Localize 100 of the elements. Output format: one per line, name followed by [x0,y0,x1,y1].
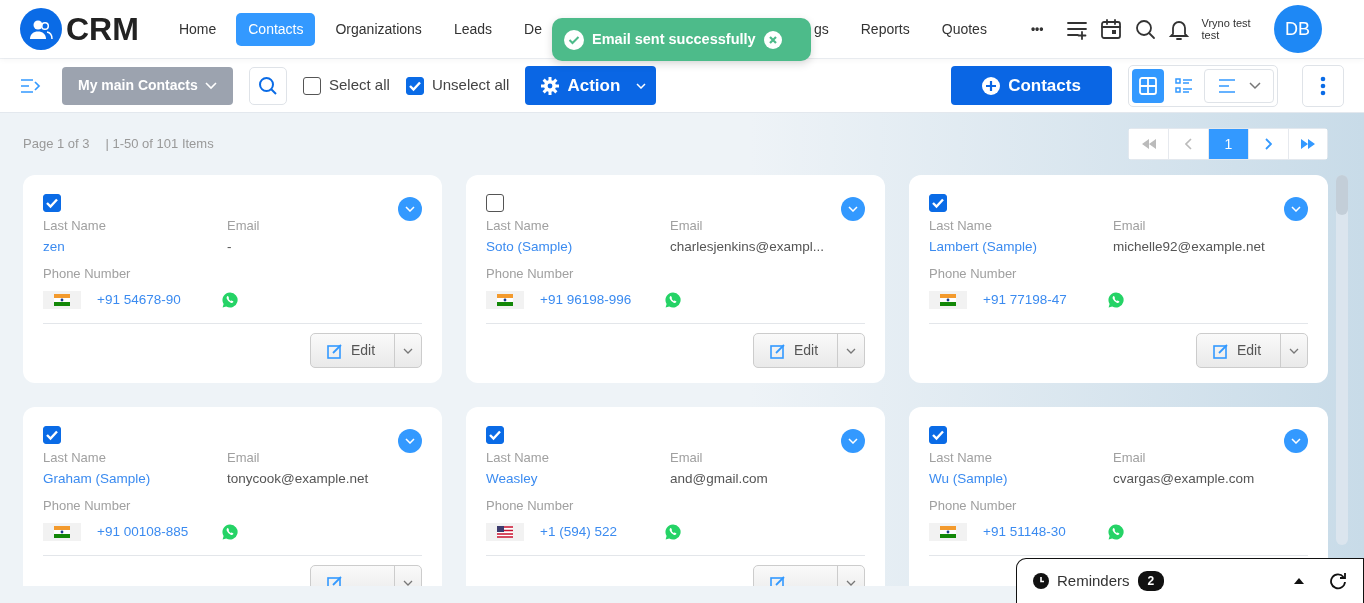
nav-tab[interactable]: Leads [441,12,505,46]
card-checkbox[interactable] [929,194,947,212]
phone-link[interactable]: +1 (594) 522 [540,522,665,542]
nav-tab[interactable]: Organizations [323,12,434,46]
card-checkbox[interactable] [486,194,504,212]
grid-view-button[interactable] [1132,68,1164,103]
checkbox[interactable] [303,76,321,95]
action-button[interactable]: Action [525,66,657,105]
chevron-icon [405,206,415,212]
expand-button[interactable] [1284,429,1308,453]
phone-link[interactable]: +91 00108-885 [97,522,222,542]
caret-icon [1249,81,1261,90]
clock-icon [1033,573,1049,589]
phone-link[interactable]: +91 51148-30 [983,522,1108,542]
close-icon[interactable] [763,30,782,49]
field-label: Email [1113,217,1147,235]
more-menu[interactable]: ••• [1030,20,1044,38]
phone-link[interactable]: +91 77198-47 [983,290,1108,310]
field-label: Email [670,449,704,467]
split-button[interactable]: Edit [753,333,865,368]
card-checkbox[interactable] [486,426,504,444]
nav-tab[interactable]: Contacts [236,12,316,46]
email-value: michelle92@example.net [1113,238,1266,256]
refresh-icon[interactable] [1329,572,1347,590]
email-value: cvargas@example.com [1113,470,1256,488]
caret-icon [403,579,413,586]
field-label: Last Name [486,217,550,235]
field-label: Last Name [43,449,107,467]
expand-button[interactable] [398,429,422,453]
field-label: Email [227,449,261,467]
search-icon[interactable] [1133,18,1156,40]
email-value: and@gmail.com [670,470,769,488]
card-checkbox[interactable] [43,426,61,444]
whatsapp-icon [665,292,681,308]
whatsapp-icon [222,292,238,308]
checkbox-label: Unselect all [431,75,510,96]
split-button[interactable]: Edit [310,333,422,368]
user-avatar[interactable]: DB [1273,5,1322,53]
chevron-icon [1291,438,1301,444]
field-label: Email [1113,449,1147,467]
calendar-icon[interactable] [1099,18,1122,40]
contact-name-link[interactable]: Weasley [486,469,670,489]
field-label: Last Name [43,217,107,235]
more-options-button[interactable] [1302,64,1344,107]
scrollbar[interactable] [1336,175,1348,545]
card-checkbox[interactable] [929,426,947,444]
contact-name-link[interactable]: Graham (Sample) [43,469,227,489]
contact-name-link[interactable]: Wu (Sample) [929,469,1113,489]
expand-button[interactable] [841,429,865,453]
whatsapp-icon [1108,292,1124,308]
field-label: Email [670,217,704,235]
card-checkbox[interactable] [43,194,61,212]
contact-name-link[interactable]: Soto (Sample) [486,237,670,257]
nav-tab[interactable]: Quotes [929,12,999,46]
email-value: - [227,238,233,256]
add-contact-button[interactable]: Contacts [951,66,1112,105]
edit-button[interactable]: Edit [754,334,838,367]
expand-button[interactable] [841,197,865,221]
users-icon [29,18,53,40]
field-label: Phone Number [486,497,575,515]
checkbox-label: Select all [329,75,390,96]
edit-button[interactable]: Edit [1197,334,1281,367]
field-label: Phone Number [486,265,575,283]
whatsapp-icon [222,524,238,540]
field-label: Phone Number [43,265,132,283]
whatsapp-icon [1108,524,1124,540]
phone-link[interactable]: +91 54678-90 [97,290,222,310]
nav-tab[interactable]: Home [166,12,229,46]
split-button[interactable]: Edit [1196,333,1308,368]
expand-button[interactable] [1284,197,1308,221]
caret-icon [403,347,413,354]
search-button[interactable] [249,66,287,105]
caret-icon [636,82,647,89]
edit-icon [327,342,343,359]
checkbox[interactable] [405,76,424,95]
contact-name-link[interactable]: Lambert (Sample) [929,237,1113,257]
lines-view-button[interactable] [1204,68,1274,103]
bell-icon[interactable] [1167,18,1190,40]
chevron-icon [848,438,858,444]
collapse-icon[interactable] [1293,577,1305,585]
sidebar-toggle-icon[interactable] [20,76,42,95]
edit-icon [770,342,786,359]
field-label: Last Name [929,449,993,467]
toast-message: Email sent successfully [592,29,756,49]
field-label: Last Name [486,449,550,467]
page-button[interactable]: 1 [1209,129,1249,159]
whatsapp-icon [665,524,681,540]
edit-icon [1213,342,1229,359]
nav-tab[interactable]: Reports [848,12,922,46]
phone-link[interactable]: +91 96198-996 [540,290,665,310]
nav-tab[interactable]: De [512,12,542,46]
items-info: | 1-50 of 101 Items [105,135,214,154]
nav-tab[interactable]: gs [813,12,841,46]
edit-button[interactable]: Edit [311,334,395,367]
field-label: Phone Number [929,265,1018,283]
contact-name-link[interactable]: zen [43,237,227,257]
reminders-label: Reminders [1057,570,1130,591]
caret-icon [846,579,856,586]
expand-button[interactable] [398,197,422,221]
field-label: Last Name [929,217,993,235]
